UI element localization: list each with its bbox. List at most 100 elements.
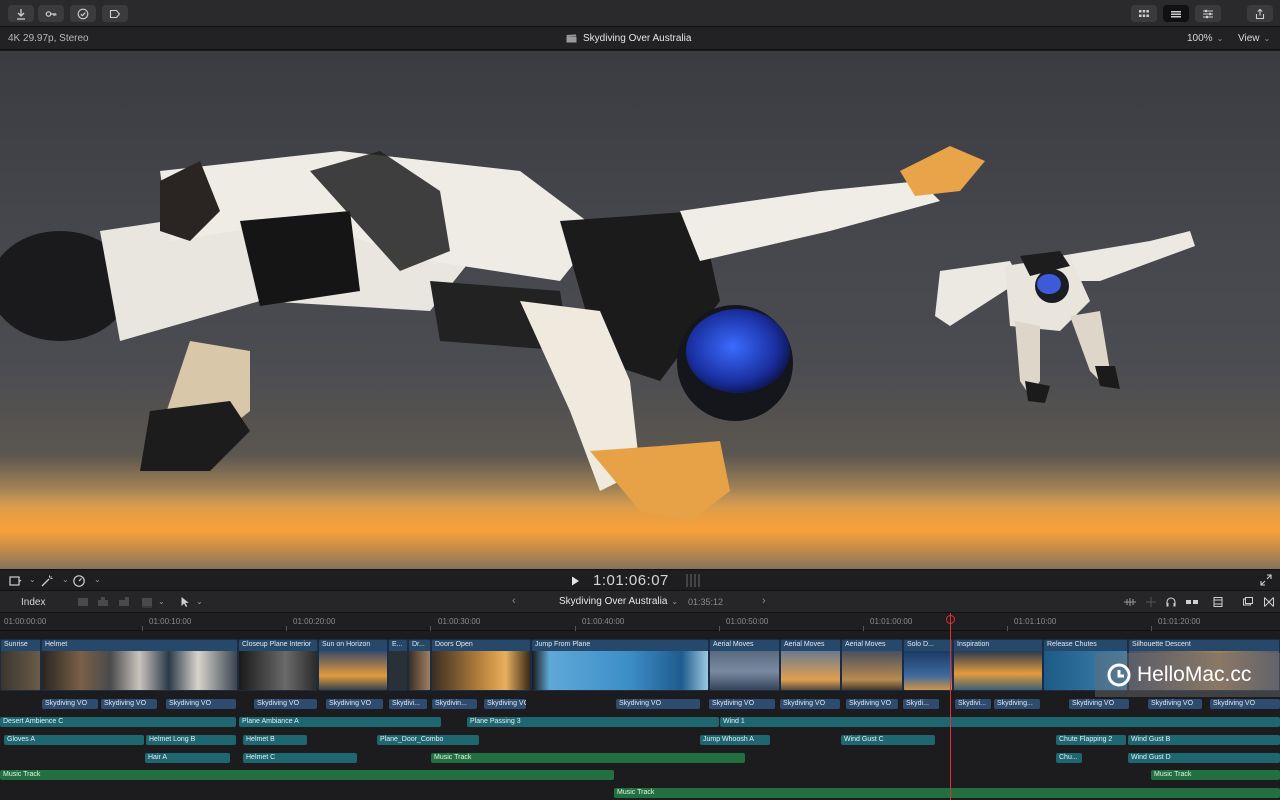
voiceover-clip[interactable]: Skydiving VO	[709, 699, 775, 709]
timeline-clip[interactable]: Inspiration	[953, 639, 1043, 691]
magic-wand-icon[interactable]	[40, 574, 54, 588]
video-waveform-icon[interactable]	[1123, 596, 1137, 608]
ruler-tick: 01:00:30:00	[438, 617, 481, 626]
music-clip[interactable]: Music Track	[0, 770, 614, 780]
zoom-menu[interactable]: 100% ⌄	[1187, 33, 1223, 44]
browser-toggle-button[interactable]	[1131, 5, 1157, 22]
viewer-canvas	[0, 51, 1280, 569]
sound-effect-clip[interactable]: Wind Gust C	[841, 735, 935, 745]
voiceover-clip[interactable]: Skydiving...	[994, 699, 1040, 709]
playhead-handle[interactable]	[946, 615, 955, 624]
voiceover-clip[interactable]: Skydiving VO	[1069, 699, 1129, 709]
back-button[interactable]: ‹	[512, 595, 516, 607]
sound-effect-clip[interactable]: Wind Gust D	[1128, 753, 1280, 763]
timeline-layout-icon	[1171, 10, 1181, 17]
view-menu[interactable]: View ⌄	[1238, 33, 1270, 44]
voiceover-clip[interactable]: Skydi...	[903, 699, 939, 709]
sound-effect-clip[interactable]: Helmet B	[243, 735, 307, 745]
tag-button[interactable]	[102, 5, 128, 22]
voiceover-clip[interactable]: Skydiving VO	[166, 699, 236, 709]
sound-effect-clip[interactable]: Helmet C	[243, 753, 357, 763]
effects-browser-icon[interactable]	[1242, 596, 1254, 608]
timecode-display[interactable]: 1:01:06:07	[593, 572, 669, 589]
import-button[interactable]	[8, 5, 34, 22]
skimming-icon[interactable]	[1145, 596, 1157, 608]
sound-effect-clip[interactable]: Wind Gust B	[1128, 735, 1280, 745]
chevron-down-icon[interactable]: ⌄	[62, 575, 69, 584]
timeline-clip[interactable]: Aerial Moves	[780, 639, 841, 691]
sound-effect-clip[interactable]: Hair A	[145, 753, 230, 763]
voiceover-clip[interactable]: Skydivi...	[389, 699, 427, 709]
timeline-ruler[interactable]: 01:00:00:00 01:00:10:00 01:00:20:00 01:0…	[0, 613, 1280, 631]
headphones-icon[interactable]	[1165, 596, 1177, 608]
sound-effect-clip[interactable]: Plane Passing 3	[467, 717, 719, 727]
timeline-toggle-button[interactable]	[1163, 5, 1189, 22]
voiceover-clip[interactable]: Skydiving VO	[846, 699, 898, 709]
sound-effect-clip[interactable]: Chute Flapping 2	[1056, 735, 1126, 745]
play-button[interactable]	[570, 575, 581, 587]
timeline-clip[interactable]: Aerial Moves	[841, 639, 903, 691]
speed-gauge-icon[interactable]	[72, 574, 86, 588]
snapping-icon[interactable]	[1185, 596, 1199, 608]
timeline-clip[interactable]: E...	[388, 639, 408, 691]
background-tasks-button[interactable]	[70, 5, 96, 22]
watermark-text: HelloMac.cc	[1137, 663, 1252, 686]
voiceover-clip[interactable]: Skydiving VO	[326, 699, 383, 709]
music-clip[interactable]: Music Track	[1151, 770, 1280, 780]
sound-effect-clip[interactable]: Chu...	[1056, 753, 1082, 763]
index-button[interactable]: Index	[21, 597, 45, 608]
playhead[interactable]	[950, 613, 951, 800]
timeline-clip[interactable]: Doors Open	[431, 639, 531, 691]
sound-effect-clip[interactable]: Desert Ambience C	[0, 717, 236, 727]
voiceover-clip[interactable]: Skydiving VO	[42, 699, 98, 709]
timeline-clip[interactable]: Jump From Plane	[531, 639, 709, 691]
sliders-icon	[1203, 9, 1213, 18]
sound-effect-clip[interactable]: Helmet Long B	[146, 735, 236, 745]
voiceover-clip[interactable]: Skydiving VO	[101, 699, 157, 709]
timeline-clip[interactable]: Solo D...	[903, 639, 953, 691]
inspector-toggle-button[interactable]	[1195, 5, 1221, 22]
voiceover-clip[interactable]: Skydiving VO	[616, 699, 700, 709]
chevron-down-icon[interactable]: ⌄	[94, 575, 101, 584]
clip-appearance-icon[interactable]	[77, 596, 89, 608]
sound-effect-clip[interactable]: Jump Whoosh A	[700, 735, 770, 745]
sound-effect-clip[interactable]: Plane Ambiance A	[239, 717, 441, 727]
share-button[interactable]	[1247, 5, 1273, 22]
voiceover-clip[interactable]: Skydiving VO	[780, 699, 840, 709]
voiceover-clip[interactable]: Skydivi...	[955, 699, 991, 709]
voiceover-clip[interactable]: Skydiving VO	[1210, 699, 1280, 709]
transitions-browser-icon[interactable]	[1263, 596, 1275, 608]
voiceover-clip[interactable]: Skydiving VO	[254, 699, 317, 709]
timeline-title-menu[interactable]: Skydiving Over Australia ⌄	[559, 596, 678, 607]
music-clip[interactable]: Music Track	[614, 788, 1280, 798]
timeline-clip[interactable]: Sun on Horizon	[318, 639, 388, 691]
fullscreen-icon[interactable]	[1260, 574, 1272, 586]
timeline-clip[interactable]: Dr...	[408, 639, 431, 691]
voiceover-clip[interactable]: Skydivin...	[432, 699, 477, 709]
timeline-clip[interactable]: Sunrise	[0, 639, 41, 691]
skydivers-image	[0, 146, 1280, 569]
forward-button[interactable]: ›	[762, 595, 766, 607]
voiceover-clip[interactable]: Skydiving VO	[484, 699, 526, 709]
insert-clip-icon[interactable]	[97, 596, 109, 608]
transform-tool-icon[interactable]	[8, 574, 22, 588]
timeline-clip[interactable]: Aerial Moves	[709, 639, 780, 691]
checkmark-icon	[77, 8, 89, 19]
audio-meter	[686, 574, 700, 587]
timeline-clip[interactable]: Helmet	[41, 639, 238, 691]
keyword-button[interactable]	[38, 5, 64, 22]
hellomac-logo-icon	[1107, 663, 1131, 687]
chevron-down-icon[interactable]: ⌄	[158, 597, 165, 606]
overwrite-clip-icon[interactable]	[141, 596, 153, 608]
voiceover-clip[interactable]: Skydiving VO	[1148, 699, 1202, 709]
music-clip[interactable]: Music Track	[431, 753, 745, 763]
select-tool-icon[interactable]	[180, 596, 190, 608]
append-clip-icon[interactable]	[118, 596, 130, 608]
sound-effect-clip[interactable]: Plane_Door_Combo	[377, 735, 479, 745]
sound-effect-clip[interactable]: Gloves A	[4, 735, 144, 745]
clip-view-icon[interactable]	[1212, 596, 1224, 608]
timeline-clip[interactable]: Closeup Plane Interior	[238, 639, 318, 691]
chevron-down-icon[interactable]: ⌄	[29, 575, 36, 584]
chevron-down-icon[interactable]: ⌄	[196, 597, 203, 606]
sound-effect-clip[interactable]: Wind 1	[720, 717, 1280, 727]
